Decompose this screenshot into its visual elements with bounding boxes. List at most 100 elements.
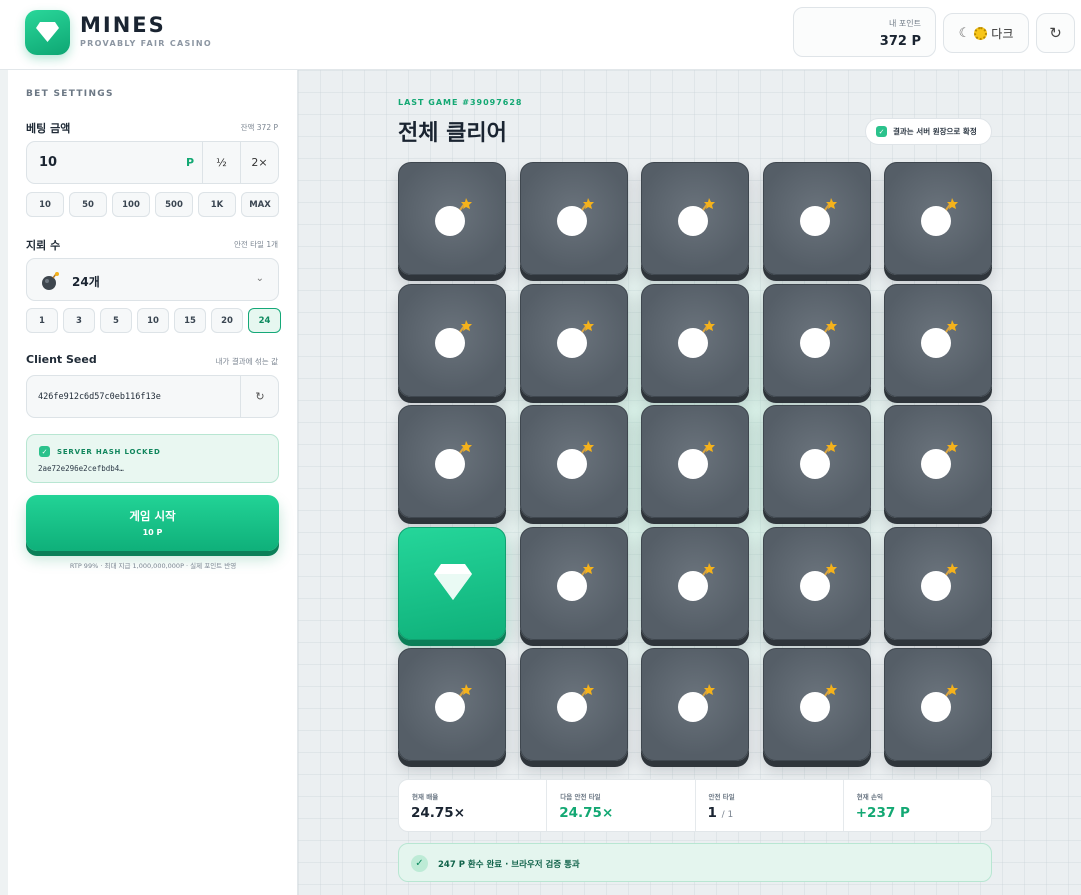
tile-mine[interactable] <box>519 283 628 397</box>
mines-count-select[interactable]: 24개 ⌄ <box>26 258 279 301</box>
tile-mine[interactable] <box>762 526 871 640</box>
stat-label: 다음 안전 타일 <box>560 793 601 801</box>
bet-chip[interactable]: 10 <box>26 192 64 217</box>
bomb-icon <box>678 198 715 236</box>
half-bet-button[interactable]: ½ <box>202 142 240 183</box>
tile-mine[interactable] <box>884 648 992 761</box>
tile-mine[interactable] <box>641 283 749 397</box>
mines-chip[interactable]: 15 <box>174 308 206 333</box>
client-seed-value: 426fe912c6d57c0eb116f13e <box>38 392 161 402</box>
tile-gem[interactable] <box>398 526 506 640</box>
mines-chip-active[interactable]: 24 <box>248 308 281 333</box>
brand-tagline: PROVABLY FAIR CASINO <box>80 39 212 48</box>
stat-sub: / 1 <box>721 810 734 820</box>
cashout-banner: ✓ 247 P 환수 완료 · 브라우저 검증 통과 <box>398 843 992 882</box>
bet-chip[interactable]: 100 <box>112 192 150 217</box>
bomb-icon <box>435 198 472 236</box>
tile-mine[interactable] <box>398 283 506 397</box>
bet-chip[interactable]: 500 <box>155 192 193 217</box>
mines-chip[interactable]: 3 <box>63 308 95 333</box>
tile-mine[interactable] <box>519 162 628 275</box>
tile-mine[interactable] <box>884 162 992 275</box>
tile-mine[interactable] <box>641 648 749 761</box>
bet-amount-label: 베팅 금액 <box>26 122 71 135</box>
stat-value-text: 24.75× <box>559 805 614 821</box>
mines-chip[interactable]: 10 <box>137 308 169 333</box>
check-icon: ✓ <box>39 446 50 457</box>
cashout-text: 247 P 환수 완료 · 브라우저 검증 통과 <box>438 860 580 870</box>
stat-label: 현재 손익 <box>856 793 883 801</box>
bomb-icon <box>556 198 594 236</box>
bet-unit: P <box>186 156 195 169</box>
tile-mine[interactable] <box>641 162 749 275</box>
start-game-button[interactable]: 게임 시작 10 P <box>26 495 279 551</box>
bomb-icon <box>921 562 958 601</box>
sun-icon <box>974 26 988 40</box>
tile-mine[interactable] <box>641 526 749 640</box>
tile-mine[interactable] <box>398 405 506 518</box>
bomb-icon <box>435 319 472 358</box>
tile-mine[interactable] <box>884 405 992 518</box>
double-bet-button[interactable]: 2× <box>240 142 278 183</box>
tile-mine[interactable] <box>641 405 749 518</box>
client-seed-label: Client Seed <box>26 353 97 366</box>
logo <box>25 10 70 55</box>
bet-chip[interactable]: 1K <box>198 192 236 217</box>
seed-refresh-button[interactable]: ↻ <box>240 376 279 417</box>
stat-current-multiplier: 현재 배율 24.75× <box>399 780 548 831</box>
mines-chip-row: 1 3 5 10 15 20 24 <box>26 308 281 333</box>
bet-amount-value: 10 <box>39 155 58 170</box>
points-label: 내 포인트 <box>889 19 921 28</box>
stat-value: 24.75× <box>559 805 613 821</box>
theme-toggle-button[interactable]: ☾ 다크 <box>943 13 1029 53</box>
brand-name: MINES <box>80 13 166 37</box>
points-display: 내 포인트 372 P <box>793 7 936 57</box>
bet-amount-input[interactable]: 10 P ½ 2× <box>26 141 279 184</box>
verify-badge: ✓ 결과는 서버 원장으로 확정 <box>865 118 992 145</box>
result-title: 전체 클리어 <box>398 121 507 146</box>
mines-count-value: 24개 <box>72 275 100 289</box>
client-seed-input[interactable]: 426fe912c6d57c0eb116f13e ↻ <box>26 375 279 418</box>
mines-chip[interactable]: 20 <box>211 308 243 333</box>
tile-mine[interactable] <box>762 162 871 275</box>
tile-mine[interactable] <box>519 405 628 518</box>
server-hash-value: 2ae72e296e2cefbdb4… <box>38 464 124 473</box>
server-hash-title: SERVER HASH LOCKED <box>57 448 161 456</box>
balance-hint: 잔액 372 P <box>240 123 278 132</box>
verify-badge-text: 결과는 서버 원장으로 확정 <box>893 127 977 136</box>
stat-value-text: +237 P <box>855 805 910 821</box>
bomb-icon <box>921 198 958 236</box>
bomb-icon <box>435 441 472 479</box>
start-game-label: 게임 시작 <box>129 509 176 523</box>
bet-chip[interactable]: 50 <box>69 192 107 217</box>
tile-mine[interactable] <box>762 405 871 518</box>
bomb-icon <box>799 319 837 358</box>
bet-chip[interactable]: MAX <box>241 192 279 217</box>
tile-mine[interactable] <box>519 526 628 640</box>
tile-mine[interactable] <box>398 162 506 275</box>
last-game-id: LAST GAME #39097628 <box>398 98 523 107</box>
tile-mine[interactable] <box>884 526 992 640</box>
bomb-icon <box>556 562 594 601</box>
points-value: 372 P <box>879 34 921 49</box>
safe-tiles-hint: 안전 타일 1개 <box>233 240 278 249</box>
tile-mine[interactable] <box>398 648 506 761</box>
refresh-icon: ↻ <box>1049 24 1062 42</box>
bet-settings-panel: BET SETTINGS 베팅 금액 잔액 372 P 10 P ½ 2× 10… <box>8 70 298 895</box>
start-game-amount: 10 P <box>142 528 163 537</box>
mines-chip[interactable]: 1 <box>26 308 58 333</box>
refresh-button[interactable]: ↻ <box>1036 13 1075 53</box>
diamond-icon <box>36 22 59 42</box>
chevron-down-icon: ⌄ <box>255 273 264 284</box>
tile-mine[interactable] <box>519 648 628 761</box>
mines-chip[interactable]: 5 <box>100 308 132 333</box>
bomb-icon <box>678 684 715 722</box>
bomb-icon <box>799 441 837 479</box>
stat-next-safe-tile: 다음 안전 타일 24.75× <box>547 780 696 831</box>
tile-mine[interactable] <box>762 283 871 397</box>
mines-grid <box>398 162 992 762</box>
tile-mine[interactable] <box>884 283 992 397</box>
tile-mine[interactable] <box>762 648 871 761</box>
bomb-icon <box>799 562 837 601</box>
stats-bar: 현재 배율 24.75× 다음 안전 타일 24.75× 안전 타일 1 / 1… <box>398 779 992 832</box>
